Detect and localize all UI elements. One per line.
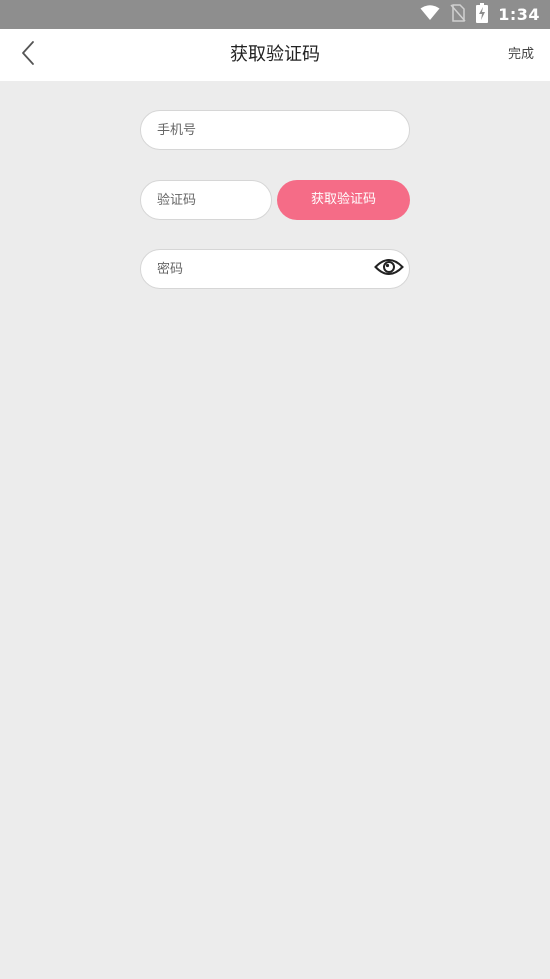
back-button[interactable]	[12, 39, 44, 71]
wifi-icon	[420, 4, 440, 25]
password-field[interactable]	[140, 249, 410, 289]
done-button[interactable]: 完成	[508, 29, 534, 81]
battery-charging-icon	[476, 2, 489, 27]
status-time: 1:34	[498, 5, 540, 24]
title-bar: 获取验证码 完成	[0, 29, 550, 81]
phone-field[interactable]	[140, 110, 410, 150]
get-code-button[interactable]: 获取验证码	[277, 180, 410, 220]
code-field[interactable]	[140, 180, 272, 220]
page-title: 获取验证码	[230, 44, 320, 65]
chevron-left-icon	[20, 40, 36, 70]
eye-icon	[374, 257, 404, 281]
password-visibility-toggle[interactable]	[373, 256, 405, 282]
no-sim-icon	[450, 3, 466, 26]
phone-input[interactable]	[157, 111, 397, 149]
code-input[interactable]	[157, 181, 262, 219]
password-input[interactable]	[157, 250, 357, 288]
status-icons: 1:34	[420, 0, 540, 29]
status-bar: 1:34	[0, 0, 550, 29]
